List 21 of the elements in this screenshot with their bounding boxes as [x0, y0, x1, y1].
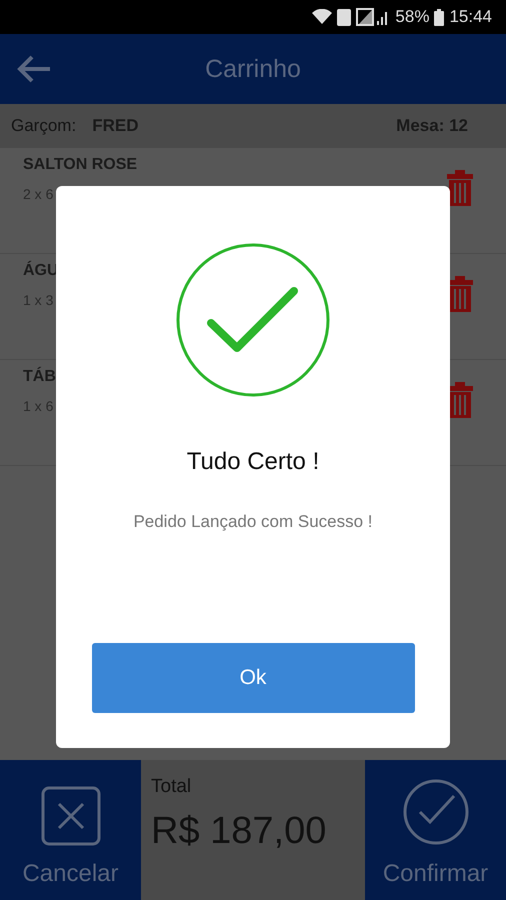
item-name: SALTON ROSE: [23, 156, 138, 174]
trash-icon[interactable]: [447, 276, 473, 312]
total-value: R$ 187,00: [151, 810, 328, 853]
check-circle-icon: [175, 242, 331, 398]
dialog-message: Pedido Lançado com Sucesso !: [133, 512, 373, 532]
back-arrow-icon[interactable]: [16, 54, 52, 84]
wifi-icon: [312, 9, 332, 25]
confirm-button[interactable]: Confirmar: [365, 760, 506, 900]
check-circle-icon: [402, 778, 470, 846]
item-name: TÁB: [23, 368, 57, 386]
total-label: Total: [151, 776, 192, 798]
trash-icon[interactable]: [447, 170, 473, 206]
battery-percent: 58%: [395, 7, 430, 27]
dialog-title: Tudo Certo !: [186, 448, 320, 476]
battery-icon: [434, 8, 444, 26]
clock-time: 15:44: [449, 7, 492, 27]
cancel-button[interactable]: Cancelar: [0, 760, 141, 900]
ok-button[interactable]: Ok: [92, 643, 414, 713]
trash-icon[interactable]: [447, 382, 473, 418]
screen-title: Carrinho: [205, 54, 301, 84]
close-icon: [40, 786, 100, 846]
